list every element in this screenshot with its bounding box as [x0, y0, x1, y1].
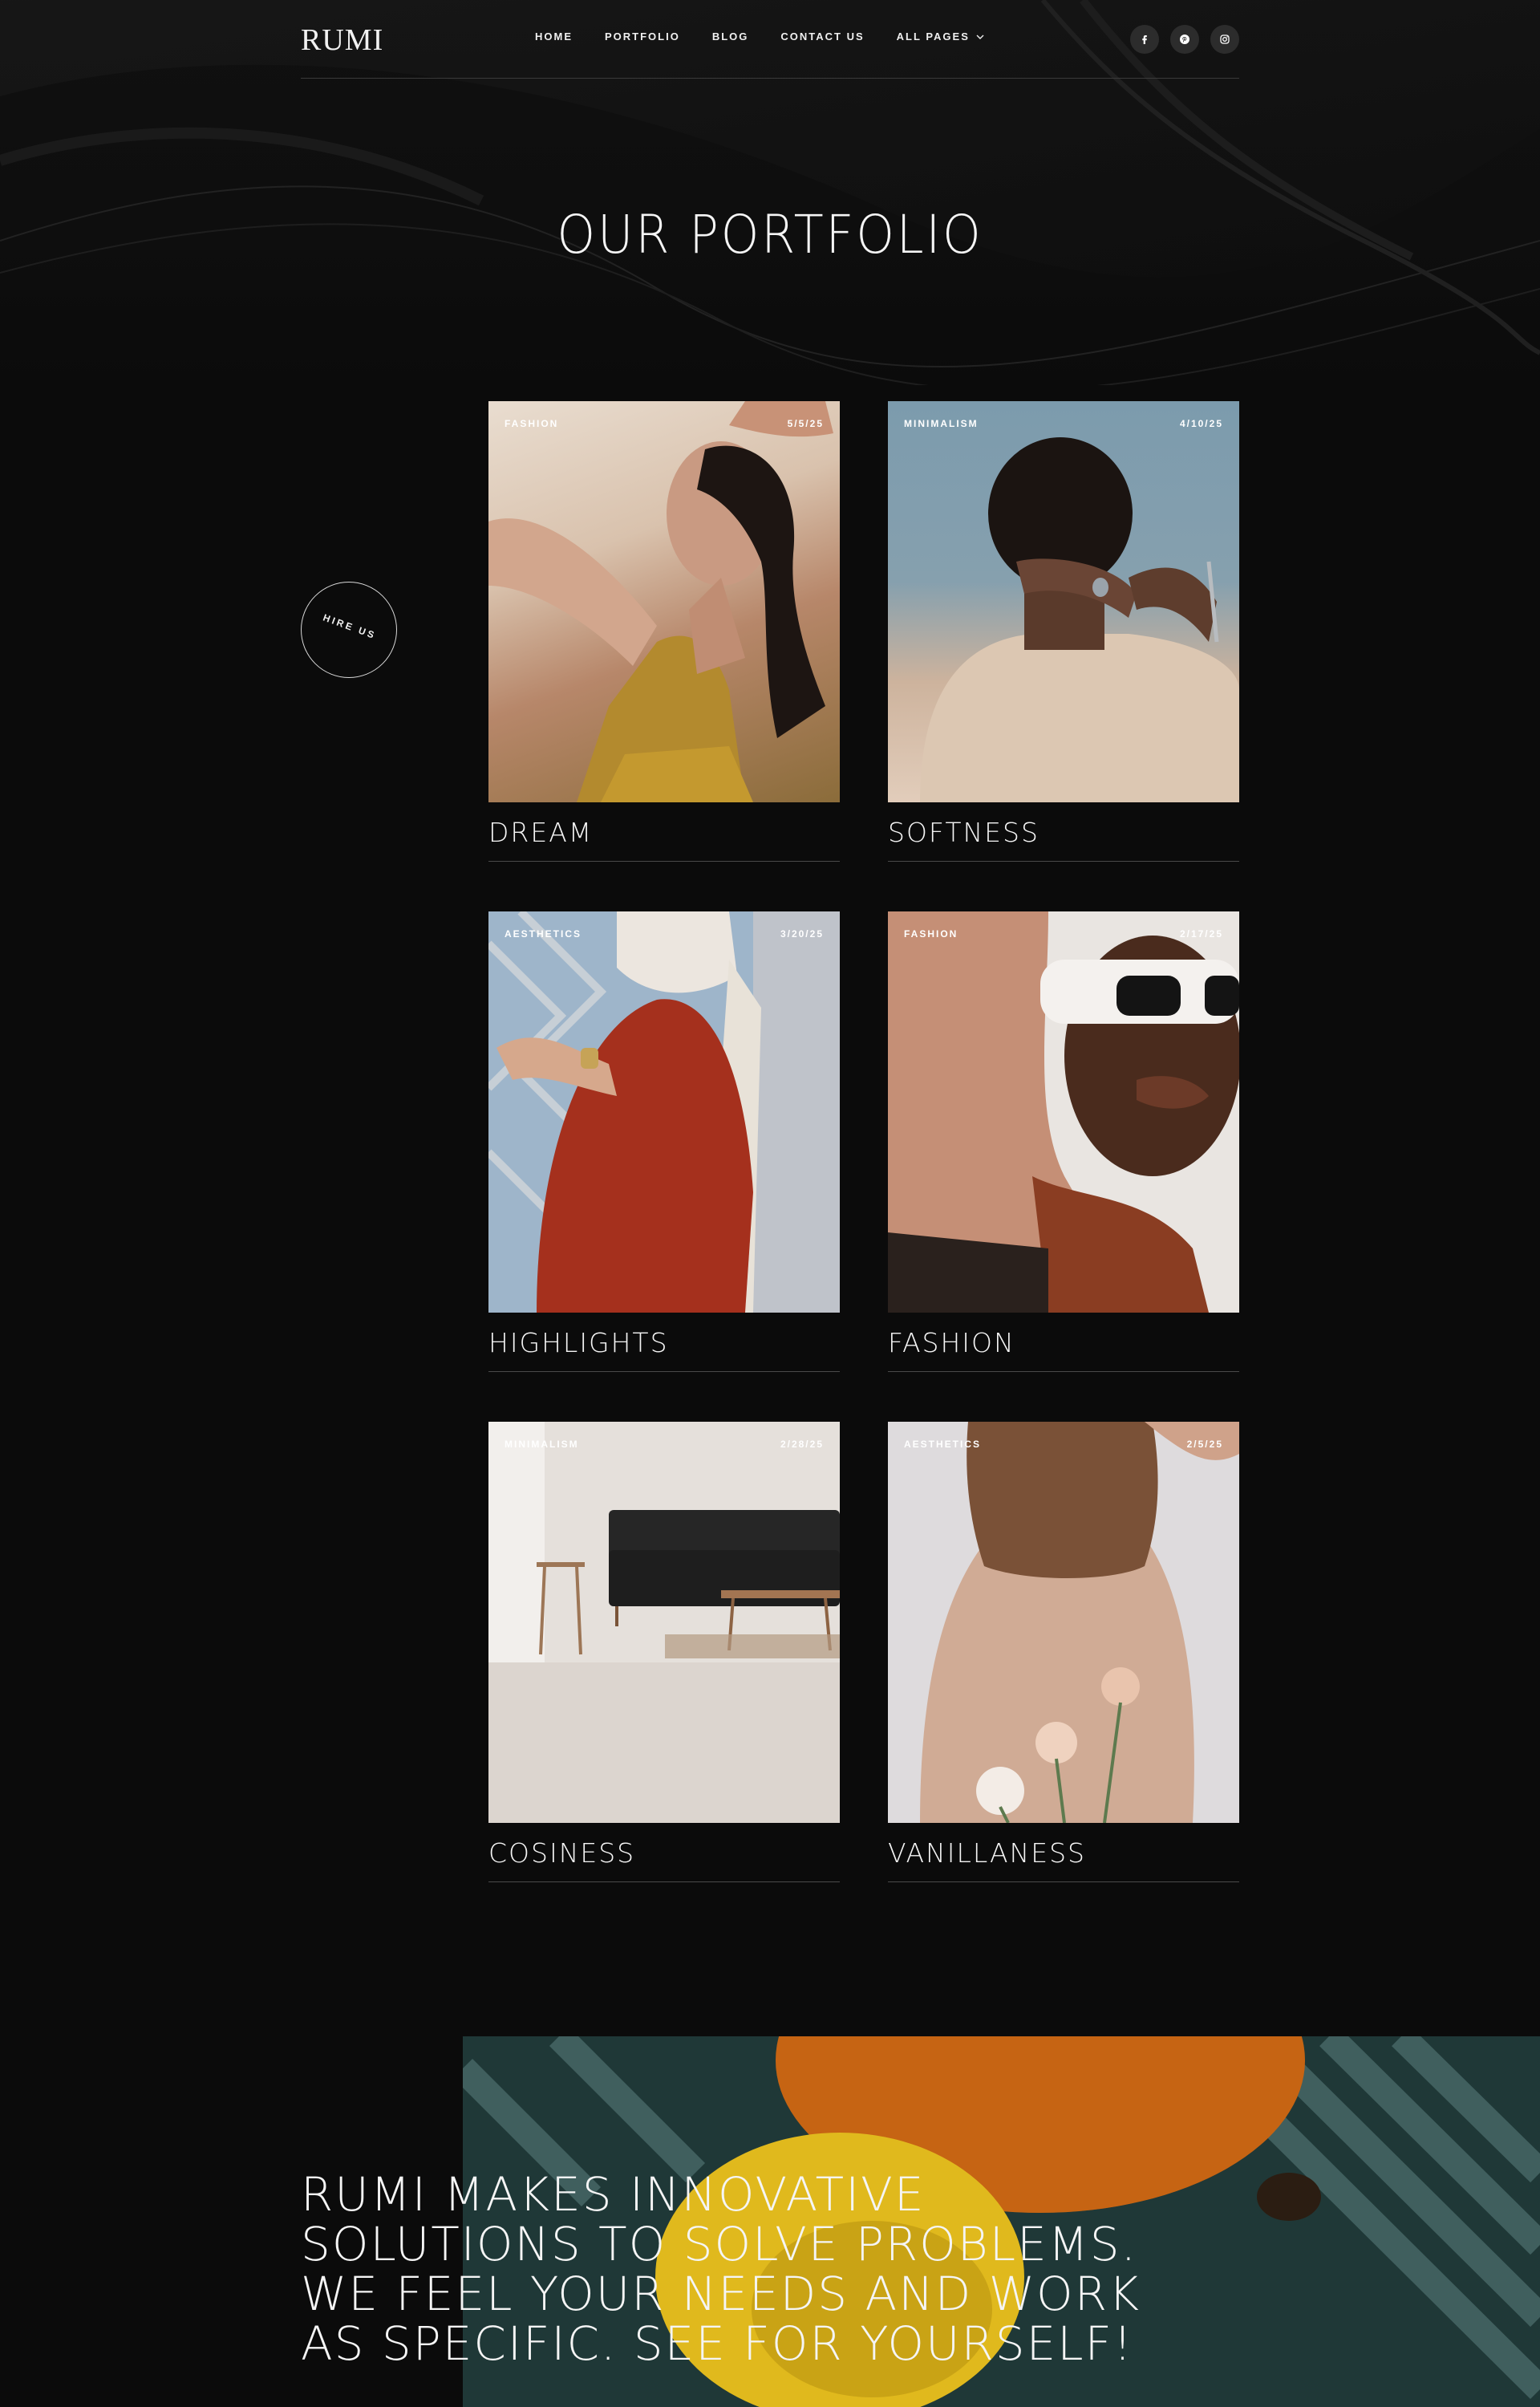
nav-home[interactable]: HOME [535, 30, 573, 43]
pinterest-link[interactable] [1170, 25, 1199, 54]
portfolio-title[interactable]: SOFTNESS [888, 817, 1239, 862]
nav-contact[interactable]: CONTACT US [780, 30, 864, 43]
portfolio-card-softness: MINIMALISM 4/10/25 SOFTNESS [888, 401, 1239, 862]
pinterest-icon [1180, 35, 1189, 44]
portfolio-date: 4/10/25 [1179, 418, 1223, 429]
portfolio-card-dream: FASHION 5/5/25 DREAM [488, 401, 840, 862]
portrait-image [888, 1422, 1239, 1823]
statement-text: RUMI MAKES INNOVATIVE SOLUTIONS TO SOLVE… [301, 2170, 1183, 2368]
nav-blog-label: BLOG [711, 30, 749, 43]
instagram-link[interactable] [1210, 25, 1239, 54]
portfolio-photo-dream[interactable]: FASHION 5/5/25 [488, 401, 840, 802]
hire-us-label: HIRE US [321, 611, 379, 642]
portfolio-date: 3/20/25 [780, 928, 824, 940]
facebook-icon [1142, 35, 1147, 44]
portfolio-card-vanillaness: AESTHETICS 2/5/25 VANILLANESS [888, 1422, 1239, 1882]
portfolio-date: 2/28/25 [780, 1439, 824, 1450]
portfolio-card-highlights: AESTHETICS 3/20/25 HIGHLIGHTS [488, 911, 840, 1372]
page-title: OUR PORTFOLIO [557, 204, 983, 266]
portfolio-date: 2/5/25 [1186, 1439, 1223, 1450]
portfolio-photo-fashion[interactable]: FASHION 2/17/25 [888, 911, 1239, 1313]
portfolio-photo-cosiness[interactable]: MINIMALISM 2/28/25 [488, 1422, 840, 1823]
statement-line: SOLUTIONS TO SOLVE PROBLEMS. [301, 2217, 1138, 2271]
site-header: RUMI HOME PORTFOLIO BLOG CONTACT US ALL … [301, 0, 1239, 79]
facebook-link[interactable] [1130, 25, 1159, 54]
nav-contact-label: CONTACT US [780, 30, 865, 43]
portfolio-tag: FASHION [505, 418, 559, 429]
portfolio-title[interactable]: VANILLANESS [888, 1837, 1239, 1882]
nav-portfolio-label: PORTFOLIO [605, 30, 680, 43]
portfolio-tag: MINIMALISM [904, 418, 979, 429]
statement-line: AS SPECIFIC. SEE FOR YOURSELF! [301, 2316, 1134, 2371]
portfolio-photo-softness[interactable]: MINIMALISM 4/10/25 [888, 401, 1239, 802]
statement-line: RUMI MAKES INNOVATIVE [301, 2167, 926, 2222]
hire-us-button[interactable]: HIRE US [301, 582, 397, 678]
nav-all-pages-label: ALL PAGES [896, 30, 970, 43]
nav-home-label: HOME [535, 30, 573, 43]
portrait-image [488, 401, 833, 802]
portfolio-tag: MINIMALISM [505, 1439, 579, 1450]
nav-blog[interactable]: BLOG [712, 30, 749, 43]
portfolio-photo-highlights[interactable]: AESTHETICS 3/20/25 [488, 911, 840, 1313]
instagram-icon [1220, 35, 1230, 44]
nav-portfolio[interactable]: PORTFOLIO [605, 30, 680, 43]
nav-all-pages[interactable]: ALL PAGES [897, 30, 984, 43]
social-links [1130, 25, 1239, 54]
portfolio-tag: FASHION [904, 928, 958, 940]
portfolio-title[interactable]: FASHION [888, 1327, 1239, 1372]
portfolio-date: 2/17/25 [1179, 928, 1223, 940]
portrait-image [488, 911, 840, 1313]
logo[interactable]: RUMI [301, 22, 383, 58]
portfolio-card-fashion: FASHION 2/17/25 FASHION [888, 911, 1239, 1372]
main-nav: HOME PORTFOLIO BLOG CONTACT US ALL PAGES [535, 30, 984, 43]
portfolio-tag: AESTHETICS [904, 1439, 982, 1450]
chevron-down-icon [976, 35, 984, 39]
portfolio-title[interactable]: DREAM [488, 817, 840, 862]
interior-image [488, 1422, 840, 1823]
statement-line: WE FEEL YOUR NEEDS AND WORK [301, 2267, 1141, 2321]
portfolio-title[interactable]: COSINESS [488, 1837, 840, 1882]
portfolio-photo-vanillaness[interactable]: AESTHETICS 2/5/25 [888, 1422, 1239, 1823]
portfolio-tag: AESTHETICS [505, 928, 582, 940]
portrait-image [920, 437, 1239, 802]
portfolio-date: 5/5/25 [787, 418, 824, 429]
portfolio-card-cosiness: MINIMALISM 2/28/25 COSINESS [488, 1422, 840, 1882]
portfolio-title[interactable]: HIGHLIGHTS [488, 1327, 840, 1372]
portrait-image [888, 911, 1239, 1313]
